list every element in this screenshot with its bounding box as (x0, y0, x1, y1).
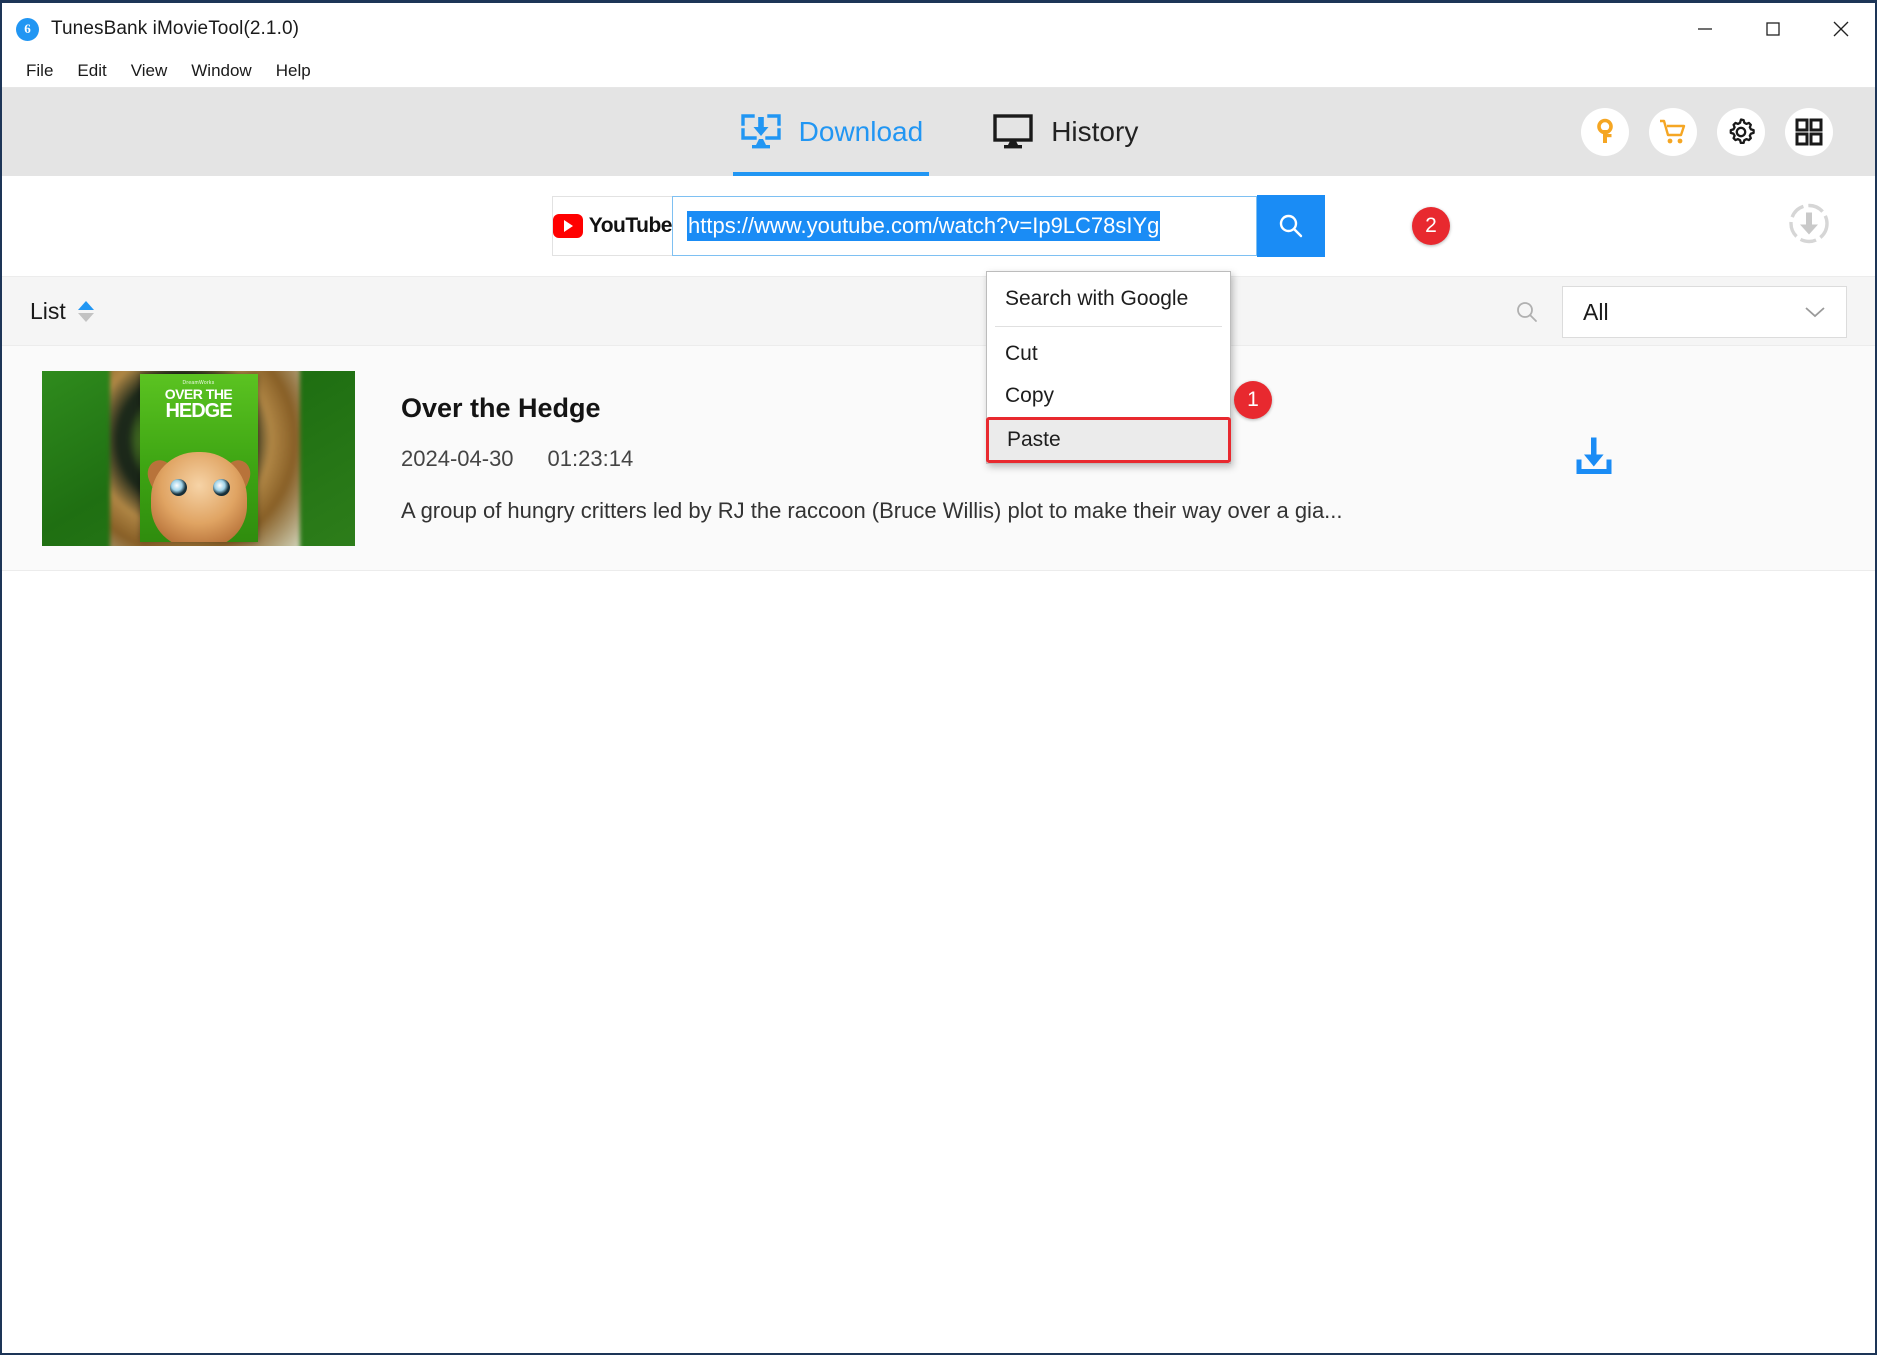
context-menu: Search with Google Cut Copy Paste (986, 271, 1231, 464)
list-header: List All (2, 276, 1875, 346)
url-input-value: https://www.youtube.com/watch?v=Ip9LC78s… (687, 211, 1160, 241)
maximize-button[interactable] (1739, 3, 1807, 55)
poster-character-eye-left (170, 479, 187, 496)
download-progress-icon (1785, 200, 1833, 248)
menu-item-file[interactable]: File (14, 58, 65, 84)
sort-ascending-icon[interactable] (78, 301, 94, 310)
poster-character-face (151, 452, 247, 542)
app-logo-icon: 6 (16, 18, 39, 41)
context-menu-item-search-with-google[interactable]: Search with Google (987, 278, 1230, 320)
sort-arrows-icon[interactable] (78, 301, 94, 322)
cart-icon (1658, 118, 1688, 146)
context-menu-item-copy[interactable]: Copy (987, 375, 1230, 417)
tab-download[interactable]: Download (733, 88, 930, 176)
title-bar: 6 TunesBank iMovieTool(2.1.0) (2, 3, 1875, 55)
step-badge-2: 2 (1412, 207, 1450, 245)
filter-dropdown[interactable]: All (1562, 286, 1847, 338)
empty-list-area (2, 571, 1875, 1291)
search-icon[interactable] (1514, 299, 1540, 325)
download-progress-button[interactable] (1785, 200, 1833, 253)
gear-icon (1726, 117, 1756, 147)
search-button[interactable] (1257, 195, 1325, 257)
context-menu-item-paste[interactable]: Paste (986, 417, 1231, 463)
key-icon (1591, 118, 1619, 146)
monitor-icon (991, 112, 1035, 152)
list-header-controls: All (1514, 277, 1847, 347)
toolbar-actions (1581, 88, 1833, 176)
settings-button[interactable] (1717, 108, 1765, 156)
list-title-group[interactable]: List (30, 298, 94, 325)
window-title: TunesBank iMovieTool(2.1.0) (51, 18, 299, 40)
monitor-download-icon (739, 112, 783, 152)
poster-title-line1: OVER THE (165, 387, 233, 401)
main-toolbar: Download History (2, 88, 1875, 176)
video-thumbnail: DreamWorks OVER THE HEDGE (42, 371, 355, 546)
poster-title-line2: HEDGE (165, 401, 231, 421)
video-duration: 01:23:14 (548, 446, 634, 472)
application-window: 6 TunesBank iMovieTool(2.1.0) File Edit … (0, 0, 1877, 1355)
url-search-bar: YouTube https://www.youtube.com/watch?v=… (2, 176, 1875, 276)
window-controls (1671, 3, 1875, 55)
search-icon (1276, 211, 1306, 241)
download-icon (1572, 434, 1616, 478)
apps-button[interactable] (1785, 108, 1833, 156)
tab-download-label: Download (799, 116, 924, 148)
url-input-group: YouTube https://www.youtube.com/watch?v=… (552, 195, 1325, 257)
tab-bar: Download History (733, 88, 1145, 176)
minimize-icon (1695, 19, 1715, 39)
youtube-label: YouTube (589, 214, 672, 238)
poster-character-eye-right (213, 479, 230, 496)
register-button[interactable] (1581, 108, 1629, 156)
menu-item-window[interactable]: Window (179, 58, 263, 84)
video-date: 2024-04-30 (401, 446, 514, 472)
menu-bar: File Edit View Window Help (2, 55, 1875, 88)
context-menu-item-cut[interactable]: Cut (987, 333, 1230, 375)
close-button[interactable] (1807, 3, 1875, 55)
chevron-down-icon (1804, 305, 1826, 319)
tab-history[interactable]: History (985, 88, 1144, 176)
table-row[interactable]: DreamWorks OVER THE HEDGE Over the Hedge… (2, 346, 1875, 571)
youtube-logo-icon (553, 214, 583, 238)
row-download-button[interactable] (1572, 434, 1616, 483)
menu-item-help[interactable]: Help (264, 58, 323, 84)
context-menu-separator (995, 326, 1222, 327)
maximize-icon (1763, 19, 1783, 39)
url-input[interactable]: https://www.youtube.com/watch?v=Ip9LC78s… (672, 196, 1257, 256)
close-icon (1830, 18, 1852, 40)
video-description: A group of hungry critters led by RJ the… (401, 498, 1343, 524)
grid-icon (1795, 118, 1823, 146)
list-title: List (30, 298, 66, 325)
filter-value: All (1583, 299, 1609, 326)
movie-poster: DreamWorks OVER THE HEDGE (140, 374, 258, 542)
menu-item-view[interactable]: View (119, 58, 180, 84)
menu-item-edit[interactable]: Edit (65, 58, 118, 84)
buy-button[interactable] (1649, 108, 1697, 156)
poster-brand: DreamWorks (182, 380, 214, 386)
tab-history-label: History (1051, 116, 1138, 148)
step-badge-1: 1 (1234, 381, 1272, 419)
minimize-button[interactable] (1671, 3, 1739, 55)
youtube-source-chip[interactable]: YouTube (552, 196, 672, 256)
sort-descending-icon[interactable] (78, 313, 94, 322)
